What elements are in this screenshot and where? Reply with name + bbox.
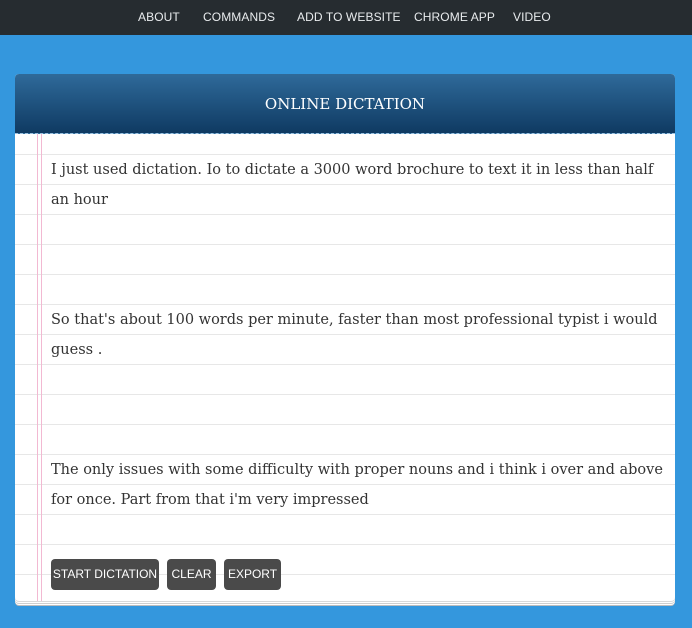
- top-navigation-bar: ABOUT COMMANDS ADD TO WEBSITE CHROME APP…: [0, 0, 692, 35]
- dictation-text-area[interactable]: I just used dictation. Io to dictate a 3…: [15, 134, 675, 601]
- nav-video-link[interactable]: VIDEO: [513, 10, 551, 24]
- nav-chrome-app-link[interactable]: CHROME APP: [414, 10, 495, 24]
- dictated-paragraph-3: The only issues with some difficulty wit…: [51, 462, 663, 508]
- dictated-paragraph-1: I just used dictation. Io to dictate a 3…: [51, 162, 654, 208]
- clear-button[interactable]: CLEAR: [167, 559, 216, 590]
- panel-title: ONLINE DICTATION: [264, 95, 426, 113]
- nav-commands-link[interactable]: COMMANDS: [203, 10, 275, 24]
- export-button[interactable]: EXPORT: [224, 559, 281, 590]
- notepad-margin-line: [37, 134, 38, 601]
- dictated-paragraph-2: So that's about 100 words per minute, fa…: [51, 312, 658, 358]
- nav-about-link[interactable]: ABOUT: [138, 10, 180, 24]
- dictation-panel: ONLINE DICTATION I just used dictation. …: [15, 74, 675, 601]
- notepad-margin-line: [41, 134, 42, 601]
- panel-header: ONLINE DICTATION: [15, 74, 675, 134]
- nav-add-to-website-link[interactable]: ADD TO WEBSITE: [297, 10, 401, 24]
- start-dictation-button[interactable]: START DICTATION: [51, 559, 159, 590]
